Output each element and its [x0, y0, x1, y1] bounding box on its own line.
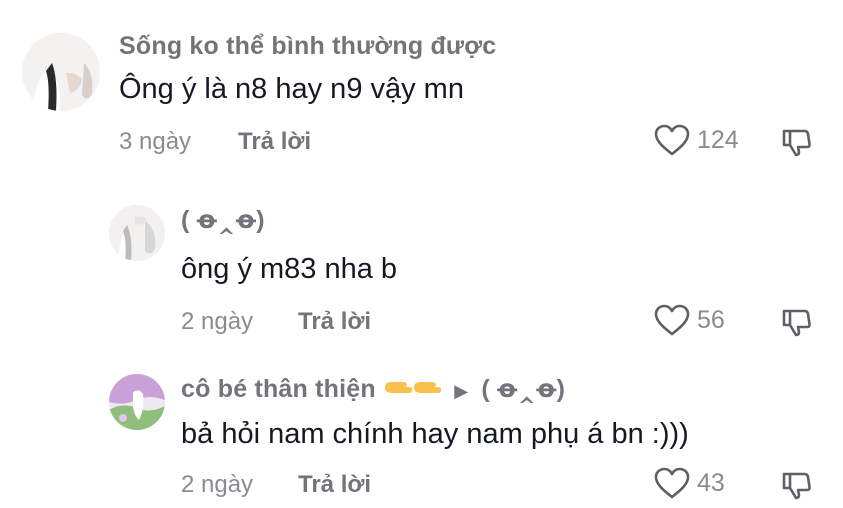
avatar[interactable]	[109, 374, 165, 430]
comment-item: Sống ko thể bình thường được Ông ý là n8…	[0, 0, 843, 170]
comment-item: cô bé thân thiện ▶ ( ꝋ‸ꝋ) bả hỏi nam chí…	[0, 360, 843, 508]
heart-outline-icon	[654, 304, 690, 336]
reply-button[interactable]: Trả lời	[298, 308, 371, 336]
right-triangle-icon: ▶	[454, 381, 469, 402]
comment-time: 3 ngày	[119, 128, 192, 155]
comment-text: Ông ý là n8 hay n9 vậy mn	[119, 73, 464, 105]
dislike-button[interactable]	[781, 469, 813, 501]
avatar-image	[22, 33, 100, 111]
like-count: 124	[697, 125, 739, 154]
comment-username[interactable]: Sống ko thể bình thường được	[119, 32, 496, 61]
avatar-image	[109, 374, 165, 430]
reply-button[interactable]: Trả lời	[298, 471, 371, 499]
pointing-hands-emoji	[383, 374, 442, 407]
reply-button[interactable]: Trả lời	[238, 128, 311, 156]
avatar[interactable]	[109, 205, 165, 261]
like-button[interactable]: 124	[653, 123, 739, 157]
comment-username[interactable]: cô bé thân thiện ▶ ( ꝋ‸ꝋ)	[181, 374, 565, 407]
dislike-button[interactable]	[781, 306, 813, 338]
comment-time: 2 ngày	[181, 308, 254, 335]
comment-text: ông ý m83 nha b	[181, 253, 398, 285]
dislike-button[interactable]	[781, 126, 813, 158]
thumbs-down-icon	[782, 472, 811, 500]
avatar-image	[109, 205, 165, 261]
heart-outline-icon	[654, 124, 690, 156]
comment-text: bả hỏi nam chính hay nam phụ á bn :)))	[181, 418, 689, 450]
like-count: 43	[697, 468, 725, 497]
like-count: 56	[697, 305, 725, 334]
heart-outline-icon	[654, 467, 690, 499]
like-button[interactable]: 56	[653, 303, 725, 337]
comment-username-text: cô bé thân thiện	[181, 375, 376, 404]
avatar[interactable]	[22, 33, 100, 111]
comment-item: ( ꝋ‸ꝋ) ông ý m83 nha b 2 ngày Trả lời 56	[0, 190, 843, 350]
like-button[interactable]: 43	[653, 466, 725, 500]
thumbs-down-icon	[782, 129, 811, 157]
thumbs-down-icon	[782, 309, 811, 337]
comment-username[interactable]: ( ꝋ‸ꝋ)	[181, 205, 265, 235]
comment-time: 2 ngày	[181, 471, 254, 498]
reply-to-username[interactable]: ( ꝋ‸ꝋ)	[481, 375, 565, 403]
